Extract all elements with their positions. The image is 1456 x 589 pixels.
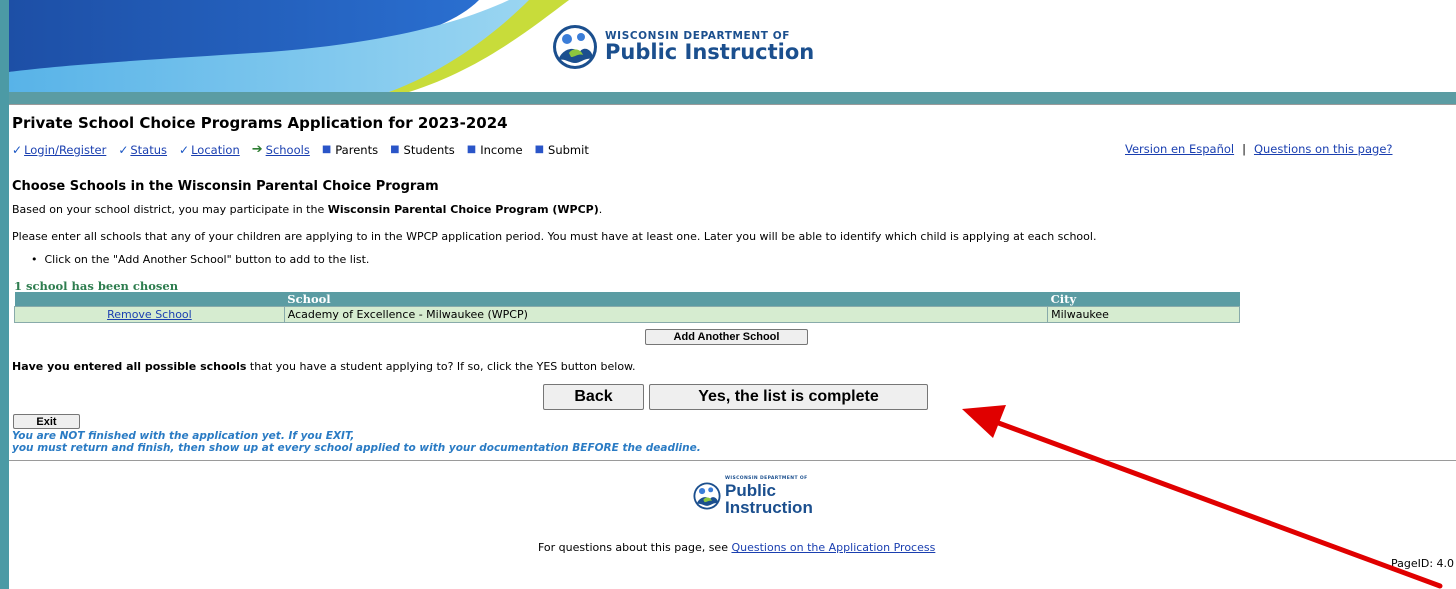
column-header-action	[14, 292, 285, 307]
page-title: Private School Choice Programs Applicati…	[12, 114, 508, 132]
square-icon: ■	[466, 144, 477, 155]
step-link[interactable]: Location	[191, 143, 240, 157]
frame-left-strip	[0, 0, 9, 589]
confirm-question: Have you entered all possible schools th…	[12, 360, 636, 373]
step-income: ■ Income	[467, 143, 523, 157]
step-link[interactable]: Schools	[266, 143, 310, 157]
schools-table: School City Remove School Academy of Exc…	[14, 292, 1240, 323]
back-button[interactable]: Back	[543, 384, 644, 410]
footer-logo-icon	[693, 482, 721, 510]
banner-bar	[9, 92, 1456, 104]
check-icon: ✓	[12, 142, 23, 157]
footer-logo: WISCONSIN DEPARTMENT OF Public Instructi…	[691, 476, 813, 517]
step-label: Students	[403, 142, 455, 157]
warning-line-2: you must return and finish, then show up…	[12, 442, 701, 454]
add-another-school-button[interactable]: Add Another School	[645, 329, 808, 345]
dpi-logo-icon	[553, 25, 597, 69]
school-count-label: 1 school has been chosen	[14, 279, 179, 293]
step-location[interactable]: ✓ Location	[179, 143, 240, 157]
program-name: Wisconsin Parental Choice Program (WPCP)	[327, 203, 599, 216]
exit-button[interactable]: Exit	[13, 414, 80, 429]
divider-top	[9, 104, 1456, 105]
logo-big-text: Public Instruction	[605, 40, 815, 65]
link-separator: |	[1242, 142, 1246, 156]
square-icon: ■	[534, 144, 545, 155]
square-icon: ■	[390, 144, 400, 155]
table-row: Remove School Academy of Excellence - Mi…	[14, 306, 1240, 323]
step-parents: ■ Parents	[322, 143, 378, 157]
check-icon: ✓	[179, 142, 190, 157]
questions-link[interactable]: Questions on this page?	[1254, 142, 1393, 156]
page: WISCONSIN DEPARTMENT OF Public Instructi…	[9, 0, 1456, 589]
column-header-school: School	[284, 292, 1048, 307]
table-header-row: School City	[14, 292, 1240, 307]
dpi-logo: WISCONSIN DEPARTMENT OF Public Instructi…	[549, 23, 814, 71]
question-bold: Have you entered all possible schools	[12, 360, 247, 373]
step-schools[interactable]: ➔ Schools	[252, 142, 310, 157]
step-label: Parents	[335, 142, 379, 157]
yes-list-complete-button[interactable]: Yes, the list is complete	[649, 384, 928, 410]
remove-school-link[interactable]: Remove School	[107, 308, 192, 321]
school-cell: Academy of Excellence - Milwaukee (WPCP)	[283, 306, 1049, 323]
spanish-version-link[interactable]: Version en Español	[1125, 142, 1234, 156]
footer-logo-line1: Public	[725, 480, 777, 500]
square-icon: ■	[321, 144, 332, 155]
city-cell: Milwaukee	[1047, 306, 1240, 323]
question-rest: that you have a student applying to? If …	[246, 360, 636, 373]
check-icon: ✓	[118, 142, 129, 157]
header-banner: WISCONSIN DEPARTMENT OF Public Instructi…	[9, 0, 1456, 92]
footer-logo-line2: Instruction	[725, 497, 813, 517]
banner-swoosh-graphic	[9, 0, 569, 92]
application-process-link[interactable]: Questions on the Application Process	[731, 541, 935, 554]
progress-steps: ✓ Login/Register ✓ Status ✓ Location ➔ Schoo…	[12, 142, 601, 157]
bullet-text: Click on the "Add Another School" button…	[44, 253, 370, 266]
arrow-right-icon: ➔	[251, 142, 263, 157]
step-link[interactable]: Login/Register	[24, 143, 106, 157]
footer-note-prefix: For questions about this page, see	[538, 541, 732, 554]
intro-suffix: .	[598, 203, 603, 216]
action-cell: Remove School	[14, 306, 285, 323]
intro-text: Based on your school district, you may p…	[12, 203, 602, 216]
intro-prefix: Based on your school district, you may p…	[12, 203, 328, 216]
step-students: ■ Students	[390, 143, 455, 157]
instructions-text: Please enter all schools that any of you…	[12, 230, 1097, 243]
page-id: PageID: 4.0	[1391, 557, 1455, 570]
step-status[interactable]: ✓ Status	[118, 143, 167, 157]
step-login-register[interactable]: ✓ Login/Register	[12, 143, 106, 157]
step-label: Income	[480, 142, 523, 157]
footer-note: For questions about this page, see Quest…	[538, 541, 935, 554]
column-header-city: City	[1047, 292, 1240, 307]
bullet-item: • Click on the "Add Another School" butt…	[31, 253, 370, 266]
section-heading: Choose Schools in the Wisconsin Parental…	[12, 179, 439, 194]
warning-line-1: You are NOT finished with the applicatio…	[12, 430, 355, 442]
exit-warning: You are NOT finished with the applicatio…	[12, 430, 701, 454]
divider-footer	[9, 460, 1456, 461]
step-label: Submit	[548, 142, 589, 157]
step-link[interactable]: Status	[130, 143, 167, 157]
step-submit: ■ Submit	[535, 143, 589, 157]
top-links: Version en Español | Questions on this pag…	[1125, 142, 1393, 156]
